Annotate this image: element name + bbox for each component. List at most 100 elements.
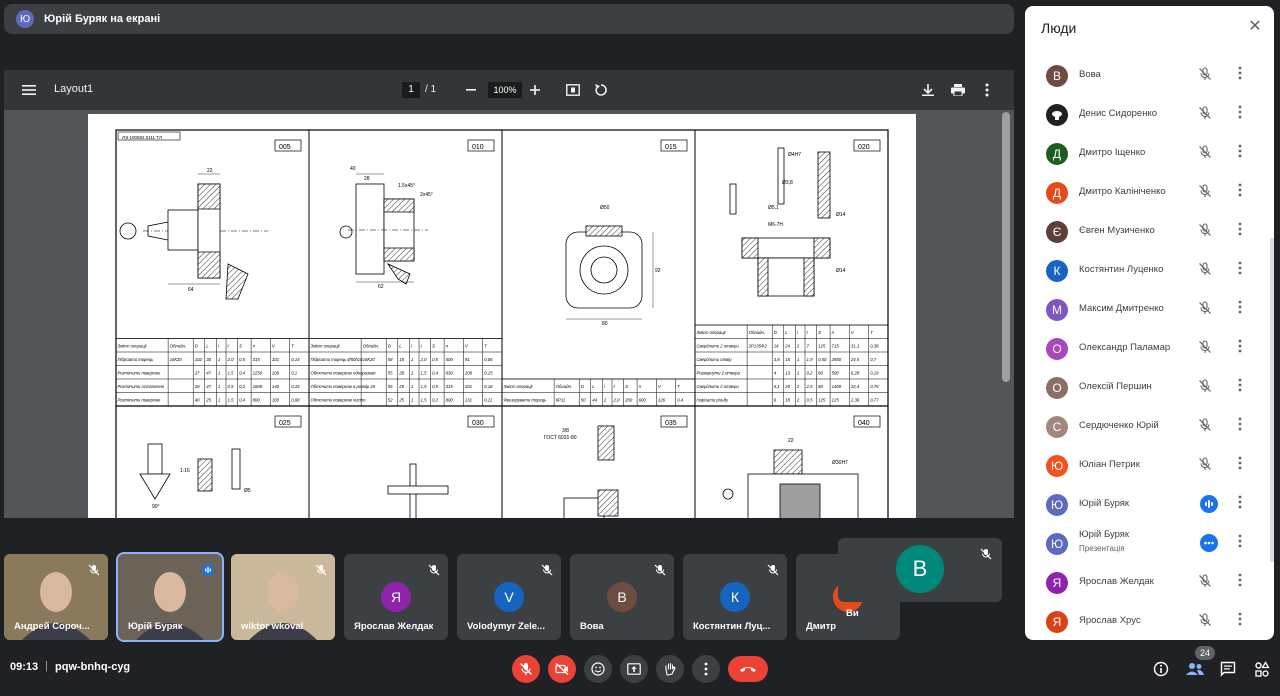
mic-off-icon[interactable] <box>1198 379 1214 395</box>
mic-off-icon[interactable] <box>1198 574 1214 590</box>
more-options-icon[interactable] <box>976 79 998 101</box>
more-vert-icon[interactable] <box>1233 417 1247 435</box>
pdf-scrollbar[interactable] <box>1002 112 1010 382</box>
participant-row[interactable]: В Вова <box>1033 56 1263 95</box>
mic-toggle-button[interactable] <box>512 655 540 683</box>
mic-off-icon[interactable] <box>1198 106 1214 122</box>
participant-tile[interactable]: Андрей Сороч... <box>4 554 108 640</box>
table-cell: Свердлити 2 отвори <box>697 344 740 349</box>
more-vert-icon[interactable] <box>1233 612 1247 630</box>
meeting-code[interactable]: pqw-bnhq-cyg <box>55 661 130 673</box>
camera-toggle-button[interactable] <box>548 655 576 683</box>
table-cell: 31,1 <box>851 344 860 349</box>
dim-015-c: 80 <box>602 321 608 327</box>
table-cell: Обточити поверхню одноразово <box>311 371 377 376</box>
present-screen-button[interactable] <box>620 655 648 683</box>
participant-tile[interactable]: Я Ярослав Желдак <box>344 554 448 640</box>
table-cell: 0,5 <box>228 384 235 389</box>
chat-icon[interactable] <box>1218 659 1238 679</box>
participant-row[interactable]: М Максим Дмитренко <box>1033 290 1263 329</box>
rotate-icon[interactable] <box>590 79 612 101</box>
people-icon[interactable] <box>1185 659 1205 679</box>
participant-name: Костянтин Луценко <box>1079 264 1164 275</box>
more-vert-icon[interactable] <box>1233 456 1247 474</box>
speaking-indicator-icon <box>202 564 214 576</box>
raise-hand-button[interactable] <box>656 655 684 683</box>
participants-scrollbar[interactable] <box>1270 238 1274 562</box>
participant-row[interactable]: С Сердюченко Юрій <box>1033 407 1263 446</box>
more-vert-icon[interactable] <box>1233 378 1247 396</box>
mic-off-icon[interactable] <box>1198 262 1214 278</box>
participant-row[interactable]: Я Ярослав Хрус <box>1033 602 1263 640</box>
mic-off-icon[interactable] <box>1198 613 1214 629</box>
mic-off-icon[interactable] <box>1198 457 1214 473</box>
mic-off-icon[interactable] <box>1198 67 1214 83</box>
participant-row[interactable]: Ю Юрій Буряк <box>1033 485 1263 524</box>
participant-tile[interactable]: К Костянтин Луц... <box>683 554 787 640</box>
participant-row[interactable]: Д Дмитро Калініченко <box>1033 173 1263 212</box>
self-view-tile[interactable]: В <box>838 538 1002 602</box>
end-call-button[interactable] <box>728 656 768 682</box>
dim-035-b: ГОСТ 6031-80 <box>544 435 577 441</box>
participant-tile-name: Дмитр <box>806 621 837 632</box>
reactions-button[interactable] <box>584 655 612 683</box>
more-vert-icon[interactable] <box>1233 573 1247 591</box>
table-cell: 101 <box>465 384 473 389</box>
zoom-level-input[interactable]: 100% <box>488 82 522 98</box>
participant-row[interactable]: О Олексій Першин <box>1033 368 1263 407</box>
mic-off-icon[interactable] <box>1198 184 1214 200</box>
participant-tile[interactable]: V Volodymyr Zele... <box>457 554 561 640</box>
dim-020-b: Ø3,8 <box>782 180 793 186</box>
more-vert-icon[interactable] <box>1233 66 1247 84</box>
more-vert-icon[interactable] <box>1233 534 1247 552</box>
mic-off-icon[interactable] <box>1198 418 1214 434</box>
more-vert-icon[interactable] <box>1233 183 1247 201</box>
more-options-button[interactable] <box>692 655 720 683</box>
table-cell: 27 <box>194 371 200 376</box>
zoom-in-icon[interactable] <box>524 79 546 101</box>
more-vert-icon[interactable] <box>1233 222 1247 240</box>
participant-row[interactable]: К Костянтин Луценко <box>1033 251 1263 290</box>
participant-row[interactable]: Я Ярослав Желдак <box>1033 563 1263 602</box>
table-cell: Свердлити отвір <box>697 357 733 362</box>
mic-off-icon[interactable] <box>1198 145 1214 161</box>
table-cell: Нарізати різьбу <box>697 398 729 403</box>
download-icon[interactable] <box>917 79 939 101</box>
table-cell: 125 <box>818 344 826 349</box>
table-header-cell: Зміст операції <box>311 344 341 349</box>
participant-row[interactable]: Ю Юліан Петрик <box>1033 446 1263 485</box>
table-cell: Розвернути 2 отвори <box>697 371 741 376</box>
table-cell: 0,2 <box>432 398 439 403</box>
more-vert-icon[interactable] <box>1233 300 1247 318</box>
dim-020-e: Ø14 <box>836 212 846 218</box>
mic-off-icon[interactable] <box>1198 223 1214 239</box>
mic-off-icon[interactable] <box>1198 301 1214 317</box>
participant-tile[interactable]: Юрій Буряк <box>116 552 224 642</box>
fit-to-page-icon[interactable] <box>562 79 584 101</box>
participant-tile[interactable]: В Вова <box>570 554 674 640</box>
page-number-input[interactable]: 1 <box>402 82 420 98</box>
menu-icon[interactable] <box>18 79 40 101</box>
zoom-out-icon[interactable] <box>460 79 482 101</box>
participant-row[interactable]: Денис Сидоренко <box>1033 95 1263 134</box>
print-icon[interactable] <box>947 79 969 101</box>
more-vert-icon[interactable] <box>1233 144 1247 162</box>
more-vert-icon[interactable] <box>1233 261 1247 279</box>
close-icon[interactable]: ✕ <box>1246 18 1264 36</box>
participant-tile[interactable]: wiktor wkoval <box>231 554 335 640</box>
participant-row[interactable]: Д Дмитро Іщенко <box>1033 134 1263 173</box>
table-cell: 1400 <box>832 384 842 389</box>
participant-row[interactable]: О Олександр Паламар <box>1033 329 1263 368</box>
meeting-info-icon[interactable] <box>1151 659 1171 679</box>
mic-off-icon[interactable] <box>1198 340 1214 356</box>
more-vert-icon[interactable] <box>1233 495 1247 513</box>
participant-row[interactable]: Є Євген Музиченко <box>1033 212 1263 251</box>
table-cell: 1 <box>218 384 221 389</box>
participants-list[interactable]: В Вова Денис Сидоренко Д Дмитро Іщенко Д Дмитр… <box>1033 56 1271 640</box>
more-vert-icon[interactable] <box>1233 339 1247 357</box>
presenting-indicator-icon <box>1200 534 1218 552</box>
activities-icon[interactable] <box>1252 659 1272 679</box>
more-vert-icon[interactable] <box>1233 105 1247 123</box>
table-cell: 91 <box>465 357 470 362</box>
participant-row[interactable]: Ю Юрій Буряк Презентація <box>1033 524 1263 563</box>
